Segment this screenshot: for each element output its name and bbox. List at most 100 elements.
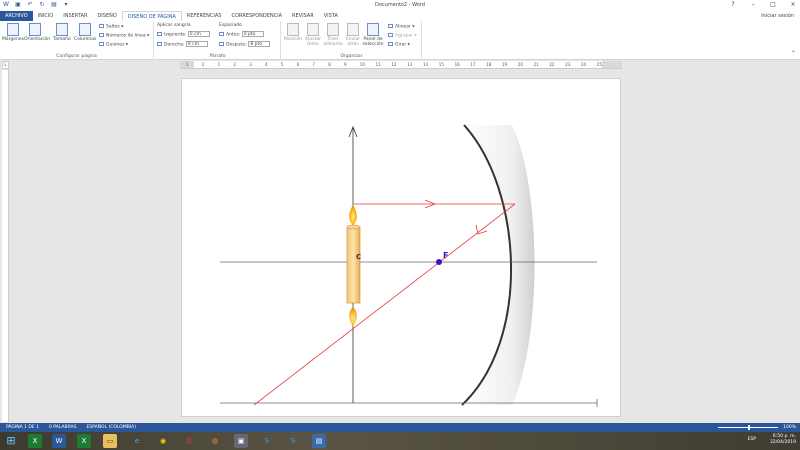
panel-seleccion-button[interactable]: Panel de selección	[362, 23, 384, 47]
spacing-before-icon	[219, 32, 224, 36]
tab-inicio[interactable]: INICIO	[33, 11, 59, 21]
taskbar: ⊞ X W X ▭ e ◉ O ◍ ▣ S S ▤ ESP 6:50 p. m.…	[0, 432, 800, 450]
ribbon-tabs: ARCHIVO INICIO INSERTAR DISEÑO DISEÑO DE…	[0, 11, 800, 21]
app-icon[interactable]: ▣	[234, 434, 248, 448]
agrupar-button[interactable]: Agrupar ▾	[388, 33, 417, 39]
tab-correspondencia[interactable]: CORRESPONDENCIA	[226, 11, 287, 21]
orientacion-button[interactable]: Orientación	[24, 23, 50, 42]
line-numbers-icon	[99, 33, 104, 37]
group-configurar-pagina: Márgenes Orientación Tamaño Columnas Sal…	[0, 21, 154, 60]
espaciado-despues: Después: 8 pto	[219, 41, 271, 48]
group-organizar: Posición Ajustar texto Traer adelante En…	[282, 21, 422, 60]
enviar-atras-button[interactable]: Enviar atrás	[342, 23, 364, 47]
collapse-ribbon-icon[interactable]: ⌃	[791, 50, 796, 57]
columns-icon	[79, 23, 91, 36]
ribbon: Márgenes Orientación Tamaño Columnas Sal…	[0, 21, 800, 60]
breaks-icon	[99, 24, 104, 28]
skype-icon[interactable]: S	[260, 434, 274, 448]
start-button-icon[interactable]: ⊞	[4, 434, 18, 448]
alinear-button[interactable]: Alinear ▾	[388, 24, 415, 30]
tab-diseno-de-pagina[interactable]: DISEÑO DE PÁGINA	[121, 11, 182, 21]
tab-diseno[interactable]: DISEÑO	[92, 11, 121, 21]
ruler-number: 12	[391, 62, 397, 67]
ajustar-texto-button[interactable]: Ajustar texto	[302, 23, 324, 47]
edge-icon[interactable]: e	[130, 434, 144, 448]
ruler-number: 21	[533, 62, 539, 67]
horizontal-ruler[interactable]: 1 2 1 2 3 4 5 6 7 8 9 10 11 12 13 14 15 16 17 18 19 20 21 22 23 2…	[180, 61, 622, 69]
guiones-button[interactable]: Guiones ▾	[99, 42, 128, 48]
ruler-margin-right	[602, 61, 622, 68]
ruler-number: 2	[233, 62, 236, 67]
help-button[interactable]: ?	[728, 0, 738, 10]
posicion-button[interactable]: Posición	[282, 23, 304, 42]
firefox-icon[interactable]: ◍	[208, 434, 222, 448]
title-bar: W ▣ ↶ ↻ ▤ ▾ Documento2 - Word ? – □ ×	[0, 0, 800, 11]
orientation-icon	[29, 23, 41, 36]
tab-selector[interactable]: L	[2, 61, 9, 69]
vertical-ruler[interactable]	[2, 70, 9, 422]
columnas-button[interactable]: Columnas	[74, 23, 96, 42]
spacing-after-icon	[219, 42, 224, 46]
tab-vista[interactable]: VISTA	[319, 11, 343, 21]
ruler-number: 10	[359, 62, 365, 67]
margins-icon	[7, 23, 19, 36]
maximize-button[interactable]: □	[768, 0, 778, 10]
inverted-flame-icon	[349, 307, 357, 327]
tab-revisar[interactable]: REVISAR	[287, 11, 319, 21]
send-backward-icon	[347, 23, 359, 36]
saltos-button[interactable]: Saltos ▾	[99, 24, 123, 30]
indent-right-field[interactable]: 0 cm	[185, 41, 208, 47]
group-icon	[388, 33, 393, 37]
indent-right-icon	[157, 42, 162, 46]
minimize-button[interactable]: –	[748, 0, 758, 10]
page-count[interactable]: PÁGINA 1 DE 1	[6, 425, 39, 430]
system-clock[interactable]: 6:50 p. m. 22/04/2019	[770, 434, 796, 446]
candle-body	[346, 226, 361, 304]
word-count[interactable]: 0 PALABRAS	[49, 425, 76, 430]
excel-icon[interactable]: X	[28, 434, 42, 448]
ruler-number: 4	[265, 62, 268, 67]
spacing-before-field[interactable]: 0 pto	[241, 31, 264, 37]
document-page[interactable]: F C	[181, 78, 621, 417]
group-label: Configurar página	[56, 54, 97, 59]
group-label: Organizar	[340, 54, 363, 59]
candle-flame-icon	[349, 205, 357, 225]
tab-archivo[interactable]: ARCHIVO	[0, 11, 33, 21]
app-window-icon[interactable]: ▤	[312, 434, 326, 448]
spacing-after-field[interactable]: 8 pto	[248, 41, 271, 47]
candle-top	[346, 224, 361, 230]
ruler-number: 11	[375, 62, 381, 67]
tab-referencias[interactable]: REFERENCIAS	[182, 11, 227, 21]
ruler-number: 22	[549, 62, 555, 67]
ruler-number: 8	[328, 62, 331, 67]
girar-button[interactable]: Girar ▾	[388, 42, 410, 48]
file-explorer-icon[interactable]: ▭	[103, 434, 117, 448]
word-taskbar-icon[interactable]: W	[52, 434, 66, 448]
sign-in-link[interactable]: Iniciar sesión	[761, 13, 794, 19]
excel-taskbar-icon[interactable]: X	[77, 434, 91, 448]
numeros-linea-button[interactable]: Números de línea ▾	[99, 33, 149, 39]
input-language[interactable]: ESP	[748, 437, 756, 442]
size-icon	[56, 23, 68, 36]
focus-point	[436, 259, 442, 265]
tamano-button[interactable]: Tamaño	[51, 23, 73, 42]
focus-label: F	[443, 251, 448, 260]
ruler-number: 1	[217, 62, 221, 67]
ruler-number: 25	[596, 62, 602, 67]
ruler-number: 3	[249, 62, 252, 67]
indent-left-field[interactable]: 0 cm	[187, 31, 210, 37]
opera-icon[interactable]: O	[182, 434, 196, 448]
chrome-icon[interactable]: ◉	[156, 434, 170, 448]
zoom-level[interactable]: 100%	[783, 425, 796, 430]
mirror-shadow	[462, 125, 535, 405]
traer-adelante-button[interactable]: Traer adelante	[322, 23, 344, 47]
group-parrafo: Aplicar sangría Izquierda: 0 cm Derecha:…	[155, 21, 281, 60]
margenes-button[interactable]: Márgenes	[2, 23, 24, 42]
zoom-slider-thumb[interactable]	[748, 425, 750, 430]
skype-business-icon[interactable]: S	[286, 434, 300, 448]
mirror	[461, 124, 535, 406]
tab-insertar[interactable]: INSERTAR	[58, 11, 92, 21]
sangria-derecha: Derecha: 0 cm	[157, 41, 208, 48]
close-button[interactable]: ×	[788, 0, 798, 10]
language-indicator[interactable]: ESPAÑOL (COLOMBIA)	[86, 425, 136, 430]
